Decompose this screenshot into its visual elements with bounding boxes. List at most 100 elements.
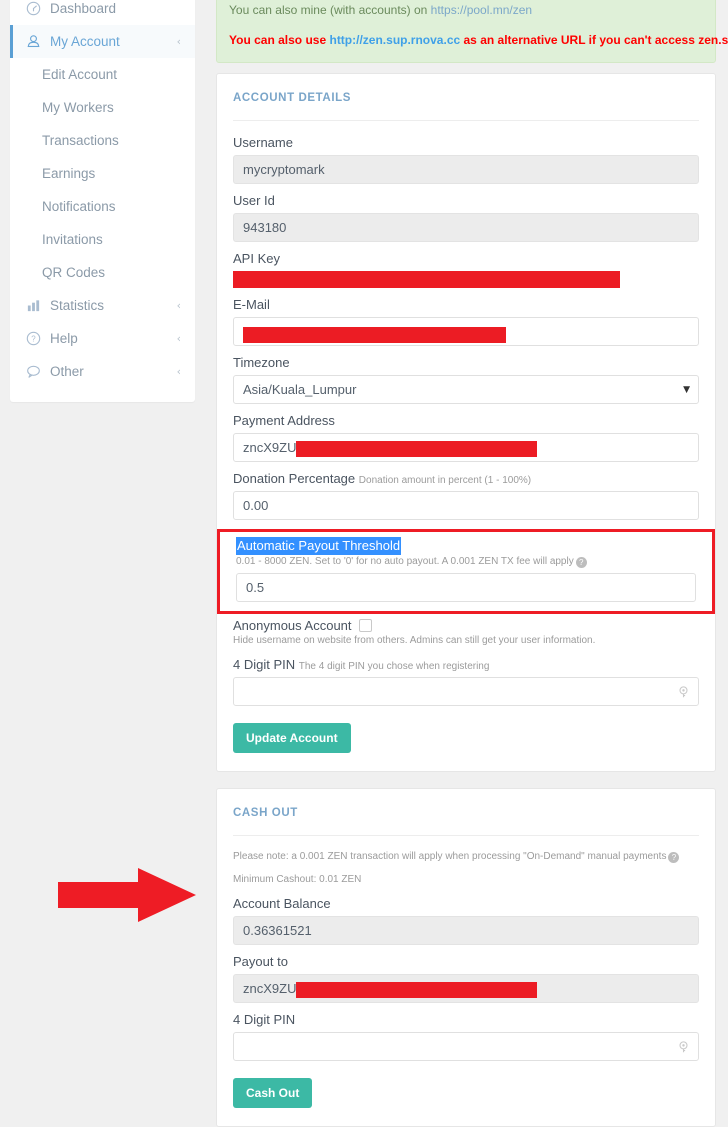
dashboard-gauge-icon [26, 1, 46, 16]
donation-label-text: Donation Percentage [233, 471, 356, 486]
sidebar-item-label: Statistics [50, 298, 105, 313]
username-field-group: Username mycryptomark [233, 135, 699, 184]
sidebar-subitem-label: QR Codes [42, 265, 106, 280]
cashout-pin-input[interactable] [233, 1032, 699, 1061]
account-details-title: ACCOUNT DETAILS [233, 88, 699, 121]
donation-input[interactable]: 0.00 [233, 491, 699, 520]
alert-line-2-prefix: You can also use [229, 33, 330, 47]
sidebar-item-earnings[interactable]: Earnings [10, 157, 195, 190]
donation-hint: Donation amount in percent (1 - 100%) [358, 475, 532, 486]
sidebar-item-statistics[interactable]: Statistics ‹ [10, 289, 195, 322]
alert-line-2-suffix: as an alternative URL if you can't acces… [463, 33, 728, 47]
alert-banner: You can also mine (with accounts) on htt… [216, 0, 728, 63]
user-id-input[interactable]: 943180 [233, 213, 699, 242]
cash-out-title: CASH OUT [233, 803, 699, 836]
account-balance-field-group: Account Balance 0.36361521 [233, 896, 699, 945]
donation-label: Donation Percentage Donation amount in p… [233, 471, 699, 486]
payout-threshold-help: 0.01 - 8000 ZEN. Set to '0' for no auto … [236, 555, 696, 569]
sidebar-subitem-label: Earnings [42, 166, 96, 181]
timezone-select[interactable]: Asia/Kuala_Lumpur [233, 375, 699, 404]
cashout-pin-field-group: 4 Digit PIN [233, 1012, 699, 1061]
chevron-left-icon: ‹ [176, 332, 181, 345]
payout-threshold-field-group: Automatic Payout Threshold 0.01 - 8000 Z… [236, 537, 696, 602]
pin-hint: The 4 digit PIN you chose when registeri… [298, 661, 490, 672]
account-details-panel: ACCOUNT DETAILS Username mycryptomark Us… [216, 73, 716, 772]
username-input[interactable]: mycryptomark [233, 155, 699, 184]
email-field-group: E-Mail [233, 297, 699, 346]
alternative-url-link[interactable]: http://zen.sup.rnova.cc [329, 33, 460, 47]
alert-line-2: You can also use http://zen.sup.rnova.cc… [229, 30, 728, 51]
sidebar-item-my-workers[interactable]: My Workers [10, 91, 195, 124]
sidebar-item-help[interactable]: ? Help ‹ [10, 322, 195, 355]
payment-address-label: Payment Address [233, 413, 335, 428]
sidebar-item-transactions[interactable]: Transactions [10, 124, 195, 157]
sidebar-item-dashboard[interactable]: Dashboard [10, 0, 195, 25]
payout-threshold-annotation-box: Automatic Payout Threshold 0.01 - 8000 Z… [217, 529, 715, 614]
api-key-field-group: API Key [233, 251, 699, 288]
sidebar-item-invitations[interactable]: Invitations [10, 223, 195, 256]
donation-field-group: Donation Percentage Donation amount in p… [233, 471, 699, 520]
timezone-label: Timezone [233, 355, 290, 370]
sidebar-item-notifications[interactable]: Notifications [10, 190, 195, 223]
main-content: You can also mine (with accounts) on htt… [210, 0, 728, 1127]
sidebar-item-edit-account[interactable]: Edit Account [10, 58, 195, 91]
cash-out-note: Please note: a 0.001 ZEN transaction wil… [233, 850, 699, 864]
sidebar-item-label: Dashboard [50, 1, 117, 16]
sidebar: Dashboard My Account ‹ Edit Account My W… [10, 0, 195, 402]
email-redaction [243, 327, 507, 344]
payment-address-value: zncX9ZU [243, 440, 297, 455]
payout-to-field-group: Payout to zncX9ZU [233, 954, 699, 1003]
payout-threshold-label-text: Automatic Payout Threshold [236, 537, 402, 555]
help-question-icon[interactable]: ? [575, 557, 587, 568]
help-question-icon[interactable]: ? [668, 852, 680, 863]
password-key-icon[interactable] [677, 1040, 690, 1053]
payout-to-redaction [296, 981, 538, 998]
api-key-redaction [233, 271, 620, 288]
payment-address-redaction [296, 440, 538, 457]
anonymous-checkbox[interactable] [358, 619, 372, 632]
question-circle-icon: ? [26, 331, 46, 346]
alert-line-1: You can also mine (with accounts) on htt… [229, 0, 703, 21]
svg-text:?: ? [31, 335, 36, 344]
payout-to-label: Payout to [233, 954, 288, 969]
alert-line-1-text: You can also mine (with accounts) on [229, 3, 431, 17]
payout-to-input[interactable]: zncX9ZU [233, 974, 699, 1003]
sidebar-subitem-label: My Workers [42, 100, 114, 115]
pin-field-group: 4 Digit PIN The 4 digit PIN you chose wh… [233, 657, 699, 706]
bar-chart-icon [26, 298, 46, 313]
pool-link[interactable]: https://pool.mn/zen [431, 3, 532, 17]
cash-out-note-text: Please note: a 0.001 ZEN transaction wil… [233, 851, 667, 862]
anonymous-field-group: Anonymous Account Hide username on websi… [233, 618, 699, 648]
chevron-left-icon: ‹ [176, 299, 181, 312]
payment-address-input[interactable]: zncX9ZU [233, 433, 699, 462]
payout-threshold-input[interactable]: 0.5 [236, 573, 696, 602]
username-label: Username [233, 135, 293, 150]
account-balance-label: Account Balance [233, 896, 331, 911]
email-label: E-Mail [233, 297, 270, 312]
email-input[interactable] [233, 317, 699, 346]
pin-label: 4 Digit PIN The 4 digit PIN you chose wh… [233, 657, 699, 672]
sidebar-item-my-account[interactable]: My Account ‹ [10, 25, 195, 58]
anonymous-label: Anonymous Account [233, 618, 352, 633]
sidebar-item-other[interactable]: Other ‹ [10, 355, 195, 388]
cash-out-button[interactable]: Cash Out [233, 1078, 313, 1108]
update-account-button[interactable]: Update Account [233, 723, 351, 753]
chevron-left-icon: ‹ [176, 365, 181, 378]
account-balance-input[interactable]: 0.36361521 [233, 916, 699, 945]
sidebar-subitem-label: Invitations [42, 232, 103, 247]
red-arrow-annotation [58, 866, 198, 924]
payout-threshold-label: Automatic Payout Threshold [236, 537, 696, 555]
password-key-icon[interactable] [677, 685, 690, 698]
payment-address-field-group: Payment Address zncX9ZU [233, 413, 699, 462]
minimum-cashout-note: Minimum Cashout: 0.01 ZEN [233, 874, 362, 885]
chevron-down-icon: ▼ [683, 384, 690, 395]
pin-input[interactable] [233, 677, 699, 706]
sidebar-subitem-label: Edit Account [42, 67, 118, 82]
user-id-field-group: User Id 943180 [233, 193, 699, 242]
sidebar-subitem-label: Notifications [42, 199, 116, 214]
user-id-label: User Id [233, 193, 275, 208]
sidebar-subitem-label: Transactions [42, 133, 119, 148]
cashout-pin-label: 4 Digit PIN [233, 1012, 296, 1027]
sidebar-item-label: Help [50, 331, 78, 346]
sidebar-item-qr-codes[interactable]: QR Codes [10, 256, 195, 289]
